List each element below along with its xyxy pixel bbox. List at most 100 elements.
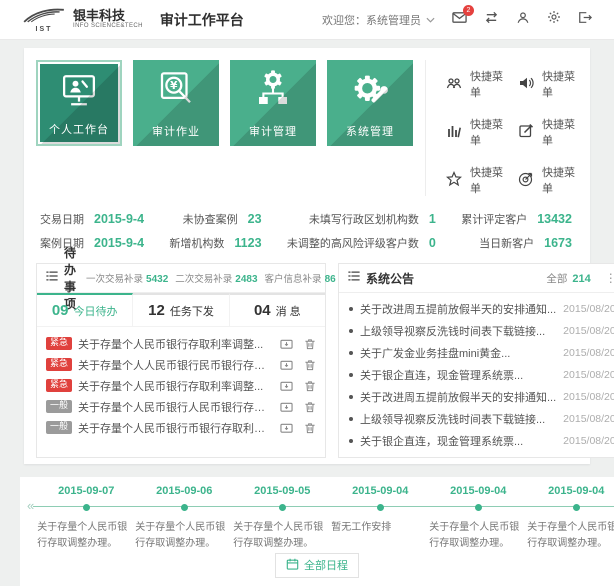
swap-button[interactable] (484, 11, 499, 29)
announcement-date: 2015/08/20 (563, 435, 614, 447)
announcement-link[interactable]: 关于广发金业务挂盘mini黄金... (360, 345, 556, 361)
announcement-link[interactable]: 关于银企直连，现金管理系统票... (360, 367, 556, 383)
announcement-row: 上级领导视察反洗钱时间表下载链接... 2015/08/20 (349, 320, 614, 342)
tile-audit-operations[interactable]: ¥ 审计作业 (133, 60, 219, 146)
bullet-icon (349, 373, 353, 377)
announcement-link[interactable]: 上级领导视察反洗钱时间表下载链接... (360, 411, 556, 427)
announcement-link[interactable]: 上级领导视察反洗钱时间表下载链接... (360, 323, 556, 339)
announcement-date: 2015/08/20 (563, 369, 614, 381)
stat-label: 案例日期 (40, 235, 84, 251)
todo-hstat-value: 5432 (146, 274, 168, 285)
announcement-link[interactable]: 关于改进周五提前放假半天的安排通知... (360, 389, 556, 405)
trash-icon[interactable] (304, 359, 316, 371)
archive-icon[interactable] (280, 359, 293, 371)
trash-icon[interactable] (304, 380, 316, 392)
list-icon (348, 269, 360, 287)
announcement-row: 关于广发金业务挂盘mini黄金... 2015/08/20 (349, 342, 614, 364)
announcement-link[interactable]: 关于改进周五提前放假半天的安排通知... (360, 301, 556, 317)
top-header: IST 银丰科技 INFO SCIENCE&TECH 审计工作平台 欢迎您：系统… (0, 0, 614, 40)
tile-audit-management[interactable]: 审计管理 (230, 60, 316, 146)
trash-icon[interactable] (304, 422, 316, 434)
quick-menu-label: 快捷菜单 (470, 68, 508, 100)
tab-count: 09 (52, 302, 69, 319)
audit-orgchart-gear-icon (230, 69, 316, 111)
tile-system-management[interactable]: 系统管理 (327, 60, 413, 146)
all-schedule-button[interactable]: 全部日程 (275, 553, 359, 578)
user-button[interactable] (516, 11, 530, 29)
stats-dates: 交易日期 2015-9-4 案例日期 2015-9-4 (40, 211, 144, 251)
quick-menu-item-favorites[interactable]: 快捷菜单 (446, 164, 508, 196)
timeline-prev-arrow-icon[interactable]: « (24, 485, 37, 513)
brand-subtitle: INFO SCIENCE&TECH (73, 23, 143, 30)
todo-item-link[interactable]: 关于存量个人民币银行存取利率调整... (78, 336, 274, 352)
logo-group: IST 银丰科技 INFO SCIENCE&TECH 审计工作平台 (22, 7, 244, 33)
stat-item: 未协查案例 23 (169, 211, 261, 227)
chevron-down-icon (426, 14, 435, 26)
quick-menu-item-edit[interactable]: 快捷菜单 (518, 116, 580, 148)
todo-hstat-value: 2483 (235, 274, 257, 285)
people-icon (446, 75, 462, 94)
timeline-dot-icon (279, 504, 286, 511)
tile-personal-workbench[interactable]: 个人工作台 (36, 60, 122, 146)
tab-today-todo[interactable]: 09今日待办 (37, 293, 133, 326)
tab-label: 任务下发 (170, 306, 214, 318)
priority-badge: 紧急 (46, 358, 72, 371)
todo-hstat-label: 客户信息补录 (265, 271, 322, 285)
stat-label: 未调整的高风险评级客户数 (287, 235, 419, 251)
archive-icon[interactable] (280, 338, 293, 350)
bullet-icon (349, 351, 353, 355)
logout-button[interactable] (578, 11, 592, 29)
audit-magnifier-yuan-icon: ¥ (133, 69, 219, 111)
tab-task-dispatch[interactable]: 12 任务下发 (133, 293, 229, 326)
trash-icon[interactable] (304, 338, 316, 350)
announcement-date: 2015/08/20 (563, 391, 614, 403)
logout-icon (578, 11, 592, 29)
company-logo: IST (22, 7, 66, 33)
tab-count: 12 (148, 302, 165, 319)
todo-panel-header: 待办事项 一次交易补录5432 二次交易补录2483 客户信息补录86 ⋮ (37, 264, 325, 293)
timeline-entry: 2015-09-07 关于存量个人民币银行存取调整办理。 (37, 485, 135, 551)
todo-item-link[interactable]: 关于存量个人民币银行人民币银行存取利率调整... (78, 399, 274, 415)
todo-item-link[interactable]: 关于存量个人人民币银行民币银行存取利率调整... (78, 357, 274, 373)
calendar-icon (286, 558, 299, 573)
timeline-entry: 2015-09-05 关于存量个人民币银行存取调整办理。 (233, 485, 331, 551)
todo-row: 一般 关于存量个人民币银行人民币银行存取利率调整... (46, 396, 316, 417)
archive-icon[interactable] (280, 422, 293, 434)
tab-messages[interactable]: 04消 息 (230, 293, 325, 326)
timeline-date: 2015-09-07 (58, 485, 114, 497)
archive-icon[interactable] (280, 401, 293, 413)
todo-tabs: 09今日待办 12 任务下发 04消 息 (37, 293, 325, 327)
priority-badge: 紧急 (46, 337, 72, 350)
stat-value: 1 (429, 212, 436, 226)
kebab-menu-icon[interactable]: ⋮ (605, 272, 614, 284)
view-all-link[interactable]: 全部 214 (546, 271, 590, 286)
stat-label: 未协查案例 (183, 211, 238, 227)
archive-icon[interactable] (280, 380, 293, 392)
logo-acronym: IST (36, 26, 53, 33)
timeline-entry: 2015-09-06 关于存量个人民币银行存取调整办理。 (135, 485, 233, 551)
page-title: 审计工作平台 (160, 10, 244, 30)
stat-item: 未调整的高风险评级客户数 0 (287, 235, 436, 251)
todo-item-link[interactable]: 关于存量个人民币银行币银行存取利率调整... (78, 420, 274, 436)
todo-hstat-label: 一次交易补录 (86, 271, 143, 285)
mail-button[interactable]: 2 (452, 11, 467, 29)
timeline-text: 关于存量个人民币银行存取调整办理。 (429, 520, 527, 551)
todo-item-link[interactable]: 关于存量个人民币银行存取利率调整... (78, 378, 274, 394)
announcement-date: 2015/08/20 (563, 325, 614, 337)
stat-item: 交易日期 2015-9-4 (40, 211, 144, 227)
user-menu[interactable]: 欢迎您：系统管理员 (322, 12, 435, 28)
quick-menu-item-announce[interactable]: 快捷菜单 (518, 68, 580, 100)
quick-menu-item-reports[interactable]: 快捷菜单 (446, 116, 508, 148)
quick-menu-item-target[interactable]: 快捷菜单 (518, 164, 580, 196)
trash-icon[interactable] (304, 401, 316, 413)
announcement-link[interactable]: 关于银企直连，现金管理系统票... (360, 433, 556, 449)
todo-row: 紧急 关于存量个人人民币银行民币银行存取利率调整... (46, 354, 316, 375)
view-all-label: 全部 (546, 271, 567, 286)
quick-menu-item-people[interactable]: 快捷菜单 (446, 68, 508, 100)
settings-button[interactable] (547, 10, 561, 29)
mail-badge: 2 (463, 5, 474, 16)
stat-value: 13432 (537, 212, 572, 226)
timeline-dot-icon (377, 504, 384, 511)
stats-row: 交易日期 2015-9-4 案例日期 2015-9-4 未协查案例 23 新增机… (34, 196, 580, 263)
quick-menu-label: 快捷菜单 (542, 116, 580, 148)
